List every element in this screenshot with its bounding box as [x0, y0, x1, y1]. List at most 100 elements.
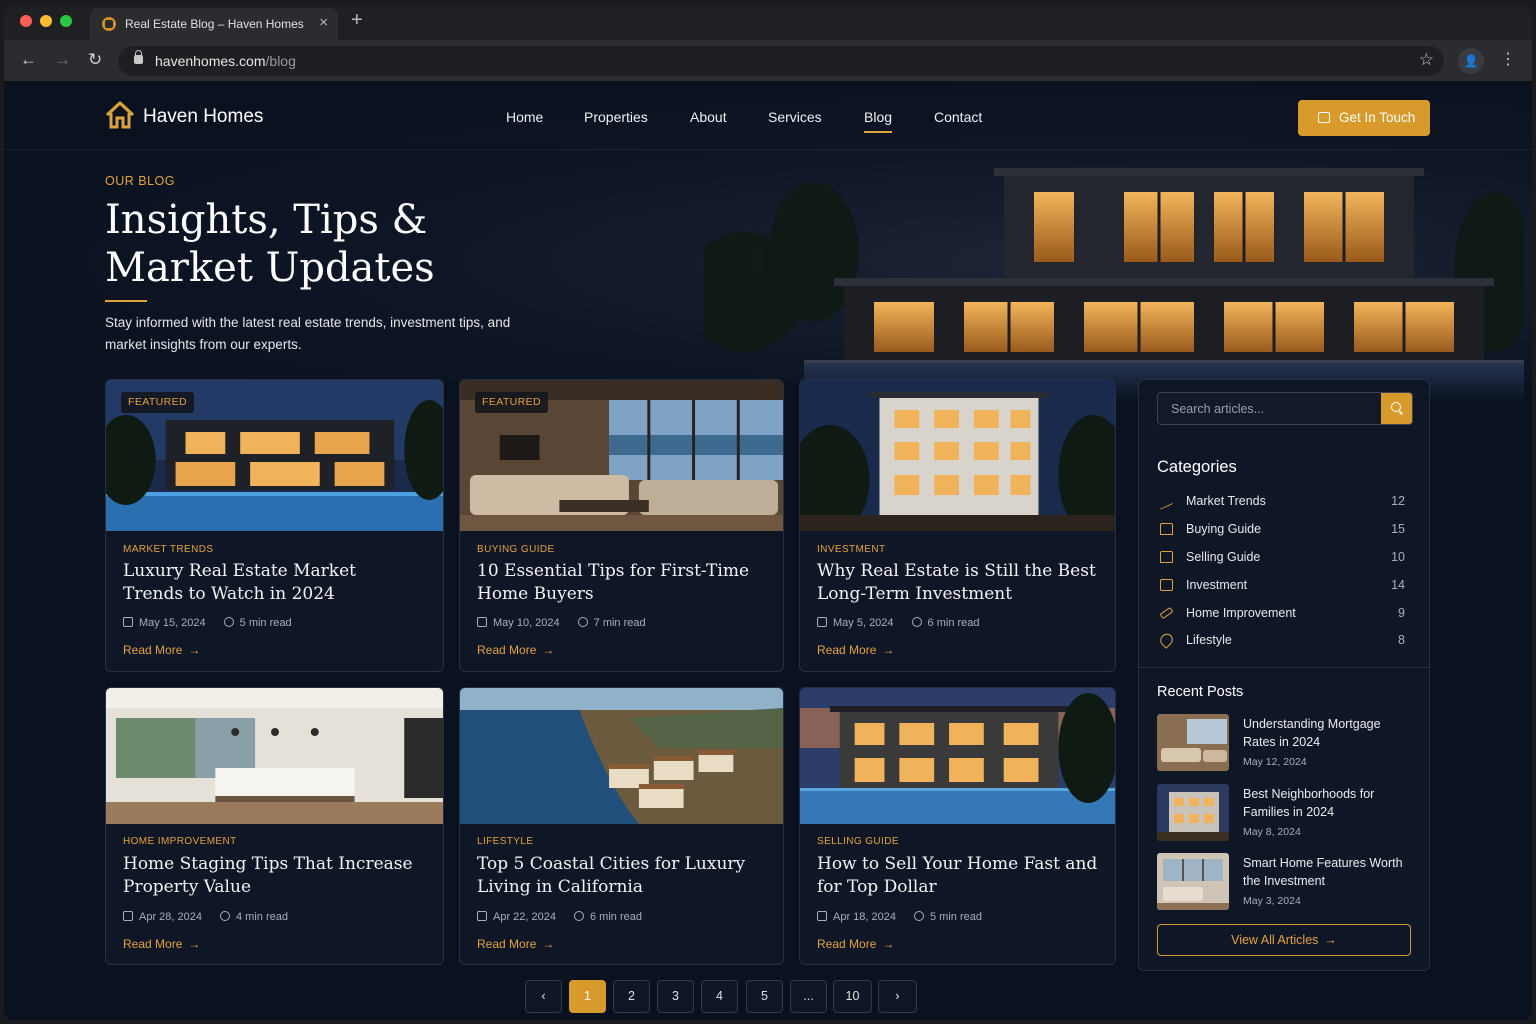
post-title[interactable]: Luxury Real Estate Market Trends to Watc…: [123, 560, 413, 606]
nav-home[interactable]: Home: [506, 109, 543, 125]
pagination-page-1[interactable]: 1: [569, 980, 606, 1013]
category-item-home-improvement[interactable]: Home Improvement 9: [1157, 604, 1405, 624]
recent-post-date: May 8, 2024: [1243, 826, 1301, 838]
forward-icon[interactable]: →: [54, 50, 71, 70]
category-item-lifestyle[interactable]: Lifestyle 8: [1157, 631, 1405, 651]
read-more-link[interactable]: Read More →: [477, 643, 554, 657]
category-item-buying-guide[interactable]: Buying Guide 15: [1157, 520, 1405, 540]
nav-properties[interactable]: Properties: [584, 109, 648, 125]
post-title[interactable]: 10 Essential Tips for First-Time Home Bu…: [477, 560, 767, 606]
post-card[interactable]: SELLING GUIDE How to Sell Your Home Fast…: [799, 687, 1116, 965]
read-more-link[interactable]: Read More →: [817, 937, 894, 951]
post-title[interactable]: Why Real Estate is Still the Best Long-T…: [817, 560, 1107, 606]
logo-house-icon[interactable]: [105, 100, 135, 130]
search-input[interactable]: [1158, 393, 1380, 424]
post-meta: Apr 22, 2024 6 min read: [477, 911, 642, 923]
profile-icon[interactable]: 👤: [1458, 48, 1484, 74]
recent-post-title: Smart Home Features Worth the Investment: [1243, 856, 1403, 888]
page-title: Insights, Tips & Market Updates: [105, 197, 435, 291]
category-count: 14: [1391, 578, 1405, 592]
back-icon[interactable]: ←: [20, 50, 37, 70]
recent-post-title: Understanding Mortgage Rates in 2024: [1243, 717, 1381, 749]
recent-post-item[interactable]: Best Neighborhoods for Families in 2024 …: [1157, 784, 1413, 842]
tab-title: Real Estate Blog – Haven Homes: [125, 17, 304, 31]
url-text: havenhomes.com/blog: [155, 53, 296, 69]
hammer-icon: [1159, 606, 1174, 620]
recent-posts-heading: Recent Posts: [1157, 684, 1244, 700]
pagination-page-2[interactable]: 2: [613, 980, 650, 1013]
maximize-window-button[interactable]: [60, 15, 72, 27]
post-category[interactable]: LIFESTYLE: [477, 836, 533, 847]
featured-badge: FEATURED: [121, 392, 195, 413]
post-card[interactable]: FEATURED MARKET TRENDS Luxury Real Estat…: [105, 379, 444, 672]
post-title[interactable]: Top 5 Coastal Cities for Luxury Living i…: [477, 853, 767, 899]
recent-post-item[interactable]: Smart Home Features Worth the Investment…: [1157, 853, 1413, 911]
recent-post-date: May 3, 2024: [1243, 895, 1301, 907]
lock-icon: [134, 50, 143, 64]
hero-eyebrow: OUR BLOG: [105, 174, 175, 188]
recent-post-date: May 12, 2024: [1243, 756, 1307, 768]
clock-icon: [577, 617, 588, 627]
category-item-selling-guide[interactable]: Selling Guide 10: [1157, 548, 1405, 568]
close-window-button[interactable]: [20, 15, 32, 27]
nav-blog[interactable]: Blog: [864, 109, 893, 133]
read-more-link[interactable]: Read More →: [123, 643, 200, 657]
get-in-touch-button[interactable]: Get In Touch: [1298, 100, 1430, 136]
category-item-investment[interactable]: Investment 14: [1157, 576, 1405, 596]
search-box: [1157, 392, 1413, 425]
pagination-page-10[interactable]: 10: [833, 980, 872, 1013]
pagination-prev[interactable]: ‹: [525, 980, 562, 1013]
address-bar[interactable]: havenhomes.com/blog ☆: [118, 46, 1444, 76]
pagination-page-4[interactable]: 4: [701, 980, 738, 1013]
clock-icon: [914, 911, 924, 921]
arrow-right-icon: →: [188, 643, 201, 657]
post-title[interactable]: Home Staging Tips That Increase Property…: [123, 853, 413, 899]
nav-services[interactable]: Services: [768, 109, 822, 125]
post-card[interactable]: LIFESTYLE Top 5 Coastal Cities for Luxur…: [459, 687, 784, 965]
category-count: 15: [1391, 522, 1405, 536]
arrow-right-icon: →: [542, 643, 555, 657]
search-icon[interactable]: [1381, 393, 1412, 424]
post-category[interactable]: SELLING GUIDE: [817, 836, 899, 847]
category-item-market-trends[interactable]: Market Trends 12: [1157, 491, 1405, 512]
post-title[interactable]: How to Sell Your Home Fast and for Top D…: [817, 853, 1107, 899]
divider: [1139, 667, 1429, 668]
pagination-page-3[interactable]: 3: [657, 980, 694, 1013]
view-all-articles-button[interactable]: View All Articles →: [1157, 924, 1411, 956]
browser-window: Real Estate Blog – Haven Homes × + ← → ↻…: [4, 4, 1532, 1020]
post-category[interactable]: INVESTMENT: [817, 544, 885, 555]
nav-about[interactable]: About: [690, 109, 727, 125]
post-category[interactable]: MARKET TRENDS: [123, 544, 213, 555]
heart-icon: [1157, 631, 1176, 649]
bookmark-star-icon[interactable]: ☆: [1419, 50, 1434, 70]
post-image: [800, 688, 1115, 824]
trend-icon: [1160, 491, 1173, 511]
category-count: 12: [1391, 494, 1405, 508]
pagination-next[interactable]: ›: [878, 980, 917, 1013]
featured-badge: FEATURED: [475, 392, 549, 413]
menu-kebab-icon[interactable]: ⋮: [1500, 49, 1516, 69]
browser-tab[interactable]: Real Estate Blog – Haven Homes ×: [90, 8, 338, 40]
favicon-icon: [102, 17, 116, 31]
post-card[interactable]: INVESTMENT Why Real Estate is Still the …: [799, 379, 1116, 672]
tab-close-icon[interactable]: ×: [319, 14, 328, 31]
pagination-page-5[interactable]: 5: [746, 980, 783, 1013]
clock-icon: [911, 617, 922, 627]
recent-post-item[interactable]: Understanding Mortgage Rates in 2024 May…: [1157, 714, 1413, 772]
calendar-icon: [123, 911, 133, 921]
post-card[interactable]: HOME IMPROVEMENT Home Staging Tips That …: [105, 687, 444, 965]
new-tab-icon[interactable]: +: [351, 9, 363, 32]
brand-name[interactable]: Haven Homes: [143, 106, 263, 128]
arrow-right-icon: →: [1324, 933, 1337, 947]
reload-icon[interactable]: ↻: [88, 50, 102, 70]
read-more-link[interactable]: Read More →: [817, 643, 894, 657]
recent-post-thumbnail: [1157, 853, 1229, 910]
nav-contact[interactable]: Contact: [934, 109, 982, 125]
post-category[interactable]: HOME IMPROVEMENT: [123, 836, 237, 847]
post-card[interactable]: FEATURED BUYING GUIDE 10 Essential Tips …: [459, 379, 784, 672]
post-category[interactable]: BUYING GUIDE: [477, 544, 555, 555]
minimize-window-button[interactable]: [40, 15, 52, 27]
hero-description: Stay informed with the latest real estat…: [105, 315, 511, 352]
read-more-link[interactable]: Read More →: [123, 937, 200, 951]
read-more-link[interactable]: Read More →: [477, 937, 554, 951]
